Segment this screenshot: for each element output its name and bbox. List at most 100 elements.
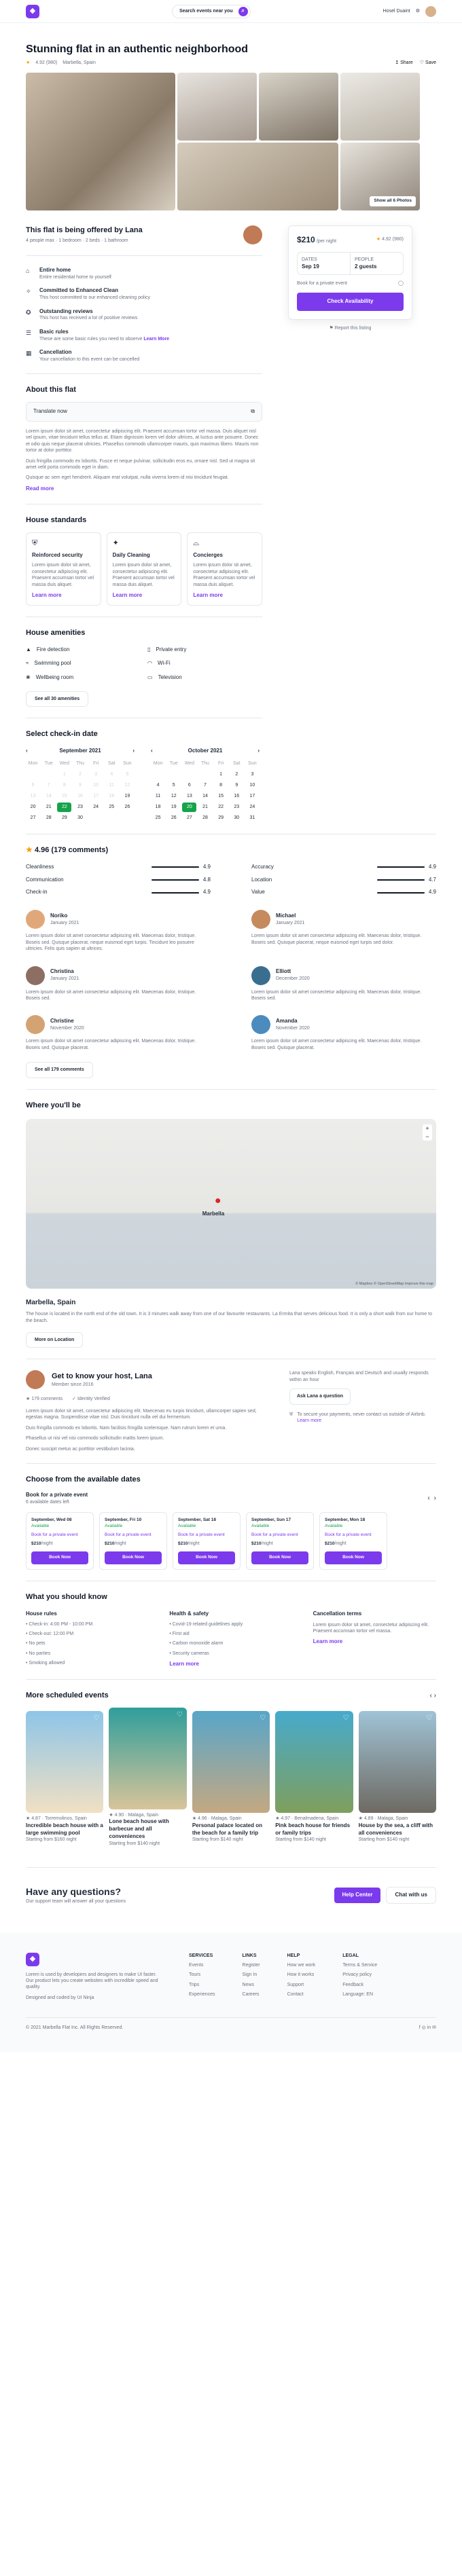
calendar-day[interactable]: 27: [26, 813, 40, 823]
photo-2[interactable]: [177, 73, 257, 141]
listing-location[interactable]: Marbella, Spain: [63, 60, 96, 66]
book-private-link[interactable]: Book for a private event: [325, 1532, 382, 1539]
heart-icon[interactable]: ♡: [343, 1714, 349, 1723]
calendar-day[interactable]: 20: [26, 803, 40, 812]
footer-link[interactable]: How it works: [287, 1972, 316, 1978]
calendar-day[interactable]: 4: [105, 770, 119, 779]
event-image[interactable]: ♡: [26, 1711, 104, 1814]
map[interactable]: + − ● Marbella © Mapbox © OpenStreetMap I…: [26, 1118, 436, 1289]
see-comments-button[interactable]: See all 179 comments: [26, 1062, 93, 1078]
photo-3[interactable]: [259, 73, 338, 141]
footer-link[interactable]: Events: [189, 1962, 215, 1968]
calendar-day[interactable]: 7: [41, 781, 56, 790]
calendar-day[interactable]: 17: [89, 792, 103, 801]
calendar-day[interactable]: 23: [73, 803, 87, 812]
calendar-day[interactable]: 21: [198, 803, 212, 812]
calendar-day[interactable]: 29: [214, 813, 228, 823]
calendar-day[interactable]: 15: [57, 792, 71, 801]
book-private-link[interactable]: Book for a private event: [105, 1532, 162, 1539]
host-avatar[interactable]: [243, 225, 262, 245]
event-tile[interactable]: ♡ ★ 4.96 · Malaga, Spain Personal palace l…: [192, 1711, 270, 1843]
learn-more-link[interactable]: Learn more: [193, 592, 256, 600]
calendar-day[interactable]: 7: [198, 781, 212, 790]
event-image[interactable]: ♡: [192, 1711, 270, 1814]
check-availability-button[interactable]: Check Availability: [297, 292, 404, 311]
photo-6[interactable]: Show all 6 Photos: [340, 143, 420, 211]
calendar-day[interactable]: 12: [166, 792, 181, 801]
event-image[interactable]: ♡: [275, 1711, 353, 1814]
calendar-day[interactable]: 6: [182, 781, 196, 790]
calendar-day[interactable]: 19: [166, 803, 181, 812]
footer-link[interactable]: Terms & Service: [342, 1962, 377, 1968]
heart-icon[interactable]: ♡: [177, 1710, 183, 1720]
calendar-day[interactable]: 26: [166, 813, 181, 823]
footer-link[interactable]: How we work: [287, 1962, 316, 1968]
event-image[interactable]: ♡: [358, 1711, 437, 1814]
heart-icon[interactable]: ♡: [426, 1714, 432, 1723]
heart-icon[interactable]: ♡: [260, 1714, 266, 1723]
search-bar[interactable]: Search events near you ⌕: [172, 4, 251, 18]
footer-link[interactable]: Privacy policy: [342, 1972, 377, 1978]
learn-more-link[interactable]: Learn more: [297, 1418, 321, 1423]
calendar-day[interactable]: 28: [198, 813, 212, 823]
date-field[interactable]: DATES Sep 19: [298, 253, 351, 275]
calendar-day[interactable]: 9: [73, 781, 87, 790]
calendar-day[interactable]: 25: [105, 803, 119, 812]
prev-month-icon[interactable]: ‹: [26, 748, 28, 755]
user-name[interactable]: Hosel Duaint: [383, 8, 410, 14]
book-now-button[interactable]: Book Now: [105, 1551, 162, 1564]
share-button[interactable]: ↥ Share: [395, 60, 413, 66]
event-image[interactable]: ♡: [109, 1708, 187, 1809]
footer-link[interactable]: Trips: [189, 1982, 215, 1988]
footer-link[interactable]: Careers: [243, 1991, 260, 1998]
more-location-button[interactable]: More on Location: [26, 1332, 84, 1348]
footer-link[interactable]: Contact: [287, 1991, 316, 1998]
event-tile[interactable]: ♡ ★ 4.87 · Torremolinos, Spain Incredible …: [26, 1711, 104, 1843]
event-tile[interactable]: ♡ ★ 4.89 · Malaga, Spain House by the sea,…: [358, 1711, 437, 1843]
calendar-day[interactable]: 31: [245, 813, 260, 823]
calendar-day[interactable]: 19: [120, 792, 135, 801]
calendar-day[interactable]: 5: [166, 781, 181, 790]
footer-link[interactable]: News: [243, 1982, 260, 1988]
logo-icon[interactable]: ◆: [26, 1952, 39, 1966]
chat-button[interactable]: Chat with us: [386, 1887, 436, 1904]
calendar-day[interactable]: 15: [214, 792, 228, 801]
calendar-day[interactable]: 16: [230, 792, 244, 801]
translate-icon[interactable]: ⧉: [251, 408, 255, 416]
translate-bar[interactable]: Translate now ⧉: [26, 402, 262, 422]
footer-link[interactable]: Register: [243, 1962, 260, 1968]
calendar-day[interactable]: 1: [214, 770, 228, 779]
learn-more-link[interactable]: Learn more: [313, 1638, 436, 1646]
footer-link[interactable]: Language: EN: [342, 1991, 377, 1998]
social-icons[interactable]: f ◎ in ✉: [419, 2025, 436, 2031]
see-amenities-button[interactable]: See all 30 amenities: [26, 691, 89, 707]
calendar-day[interactable]: 10: [89, 781, 103, 790]
calendar-day[interactable]: 21: [41, 803, 56, 812]
ask-host-button[interactable]: Ask Lana a question: [289, 1388, 351, 1405]
logo-icon[interactable]: ◆: [26, 4, 39, 18]
prev-month-icon[interactable]: ‹: [151, 748, 153, 755]
show-photos-button[interactable]: Show all 6 Photos: [370, 196, 416, 207]
carousel-arrows-icon[interactable]: ‹ ›: [430, 1691, 436, 1701]
calendar-day[interactable]: 3: [245, 770, 260, 779]
learn-more-link[interactable]: Learn more: [32, 592, 95, 600]
calendar-day[interactable]: 2: [73, 770, 87, 779]
avatar[interactable]: [425, 5, 436, 17]
footer-link[interactable]: Feedback: [342, 1982, 377, 1988]
book-now-button[interactable]: Book Now: [31, 1551, 88, 1564]
calendar-day[interactable]: 23: [230, 803, 244, 812]
next-arrow-icon[interactable]: ›: [434, 1494, 436, 1503]
calendar-day[interactable]: 6: [26, 781, 40, 790]
next-month-icon[interactable]: ›: [257, 748, 260, 755]
private-toggle[interactable]: ◯: [398, 280, 404, 287]
calendar-day[interactable]: 17: [245, 792, 260, 801]
calendar-day[interactable]: 14: [198, 792, 212, 801]
event-tile[interactable]: ♡ ★ 4.97 · Benalmadena, Spain Pink beach h…: [275, 1711, 353, 1843]
learn-more-link[interactable]: Learn More: [143, 337, 169, 342]
calendar-day[interactable]: 30: [73, 813, 87, 823]
calendar-day[interactable]: 13: [26, 792, 40, 801]
heart-icon[interactable]: ♡: [93, 1714, 99, 1723]
calendar-day[interactable]: 9: [230, 781, 244, 790]
footer-link[interactable]: Tours: [189, 1972, 215, 1978]
calendar-day[interactable]: 2: [230, 770, 244, 779]
